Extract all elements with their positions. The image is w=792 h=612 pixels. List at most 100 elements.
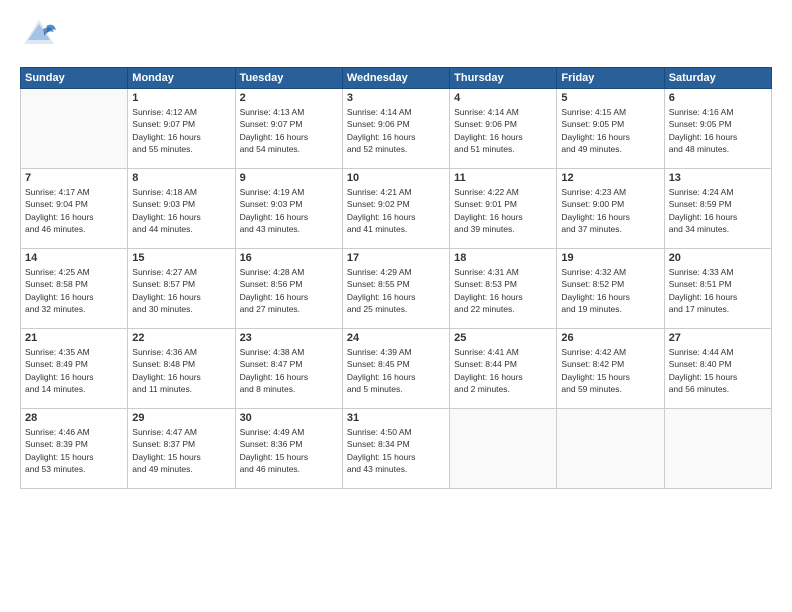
calendar-header-row: SundayMondayTuesdayWednesdayThursdayFrid… (21, 68, 772, 89)
day-info: Sunrise: 4:14 AMSunset: 9:06 PMDaylight:… (454, 106, 552, 155)
day-number: 20 (669, 252, 767, 264)
calendar-cell: 3Sunrise: 4:14 AMSunset: 9:06 PMDaylight… (342, 89, 449, 169)
day-info: Sunrise: 4:41 AMSunset: 8:44 PMDaylight:… (454, 346, 552, 395)
calendar-cell: 19 Sunrise: 4:32 AMSunset: 8:52 PMDayligh… (557, 249, 664, 329)
calendar-day-header: Wednesday (342, 68, 449, 89)
day-info: Sunrise: 4:50 AMSunset: 8:34 PMDaylight:… (347, 426, 445, 475)
day-info: Sunrise: 4:46 AMSunset: 8:39 PMDaylight:… (25, 426, 123, 475)
calendar-week-row: 14 Sunrise: 4:25 AMSunset: 8:58 PMDayligh… (21, 249, 772, 329)
logo-icon (20, 16, 58, 59)
calendar-cell: 28 Sunrise: 4:46 AMSunset: 8:39 PMDayligh… (21, 409, 128, 489)
day-number: 27 (669, 332, 767, 344)
calendar-cell: 27Sunrise: 4:44 AMSunset: 8:40 PMDayligh… (664, 329, 771, 409)
day-number: 3 (347, 92, 445, 104)
day-number: 30 (240, 412, 338, 424)
day-info: Sunrise: 4:27 AMSunset: 8:57 PMDaylight:… (132, 266, 230, 315)
calendar-cell: 24Sunrise: 4:39 AMSunset: 8:45 PMDayligh… (342, 329, 449, 409)
day-info: Sunrise: 4:36 AMSunset: 8:48 PMDaylight:… (132, 346, 230, 395)
day-number: 21 (25, 332, 123, 344)
day-info: Sunrise: 4:19 AMSunset: 9:03 PMDaylight:… (240, 186, 338, 235)
day-info: Sunrise: 4:31 AMSunset: 8:53 PMDaylight:… (454, 266, 552, 315)
day-number: 6 (669, 92, 767, 104)
day-number: 5 (561, 92, 659, 104)
calendar-cell: 17 Sunrise: 4:29 AMSunset: 8:55 PMDayligh… (342, 249, 449, 329)
calendar-cell: 6 Sunrise: 4:16 AMSunset: 9:05 PMDaylight… (664, 89, 771, 169)
calendar-day-header: Saturday (664, 68, 771, 89)
calendar-cell: 12 Sunrise: 4:23 AMSunset: 9:00 PMDayligh… (557, 169, 664, 249)
calendar-cell: 8 Sunrise: 4:18 AMSunset: 9:03 PMDaylight… (128, 169, 235, 249)
day-info: Sunrise: 4:24 AMSunset: 8:59 PMDaylight:… (669, 186, 767, 235)
day-info: Sunrise: 4:12 AMSunset: 9:07 PMDaylight:… (132, 106, 230, 155)
day-info: Sunrise: 4:17 AMSunset: 9:04 PMDaylight:… (25, 186, 123, 235)
day-info: Sunrise: 4:23 AMSunset: 9:00 PMDaylight:… (561, 186, 659, 235)
day-number: 1 (132, 92, 230, 104)
day-info: Sunrise: 4:25 AMSunset: 8:58 PMDaylight:… (25, 266, 123, 315)
calendar-cell: 25 Sunrise: 4:41 AMSunset: 8:44 PMDayligh… (450, 329, 557, 409)
day-number: 19 (561, 252, 659, 264)
calendar-cell: 9 Sunrise: 4:19 AMSunset: 9:03 PMDaylight… (235, 169, 342, 249)
calendar-cell: 31 Sunrise: 4:50 AMSunset: 8:34 PMDayligh… (342, 409, 449, 489)
day-number: 8 (132, 172, 230, 184)
day-number: 25 (454, 332, 552, 344)
calendar-day-header: Friday (557, 68, 664, 89)
day-info: Sunrise: 4:16 AMSunset: 9:05 PMDaylight:… (669, 106, 767, 155)
calendar-week-row: 21 Sunrise: 4:35 AMSunset: 8:49 PMDayligh… (21, 329, 772, 409)
page: SundayMondayTuesdayWednesdayThursdayFrid… (0, 0, 792, 612)
day-info: Sunrise: 4:32 AMSunset: 8:52 PMDaylight:… (561, 266, 659, 315)
calendar-cell: 2Sunrise: 4:13 AMSunset: 9:07 PMDaylight… (235, 89, 342, 169)
calendar-cell (664, 409, 771, 489)
day-number: 9 (240, 172, 338, 184)
calendar-cell: 23 Sunrise: 4:38 AMSunset: 8:47 PMDayligh… (235, 329, 342, 409)
calendar-cell (557, 409, 664, 489)
calendar-week-row: 1 Sunrise: 4:12 AMSunset: 9:07 PMDaylight… (21, 89, 772, 169)
day-info: Sunrise: 4:28 AMSunset: 8:56 PMDaylight:… (240, 266, 338, 315)
day-number: 24 (347, 332, 445, 344)
calendar-cell (450, 409, 557, 489)
day-info: Sunrise: 4:15 AMSunset: 9:05 PMDaylight:… (561, 106, 659, 155)
calendar-cell: 4Sunrise: 4:14 AMSunset: 9:06 PMDaylight… (450, 89, 557, 169)
header (20, 16, 772, 59)
calendar-cell: 10 Sunrise: 4:21 AMSunset: 9:02 PMDayligh… (342, 169, 449, 249)
calendar-table: SundayMondayTuesdayWednesdayThursdayFrid… (20, 67, 772, 489)
day-number: 10 (347, 172, 445, 184)
day-number: 26 (561, 332, 659, 344)
calendar-cell: 13 Sunrise: 4:24 AMSunset: 8:59 PMDayligh… (664, 169, 771, 249)
calendar-day-header: Sunday (21, 68, 128, 89)
calendar-cell: 16Sunrise: 4:28 AMSunset: 8:56 PMDayligh… (235, 249, 342, 329)
calendar-week-row: 28 Sunrise: 4:46 AMSunset: 8:39 PMDayligh… (21, 409, 772, 489)
calendar-cell: 29Sunrise: 4:47 AMSunset: 8:37 PMDayligh… (128, 409, 235, 489)
day-number: 7 (25, 172, 123, 184)
calendar-cell: 26 Sunrise: 4:42 AMSunset: 8:42 PMDayligh… (557, 329, 664, 409)
day-info: Sunrise: 4:13 AMSunset: 9:07 PMDaylight:… (240, 106, 338, 155)
logo (20, 16, 62, 59)
day-info: Sunrise: 4:21 AMSunset: 9:02 PMDaylight:… (347, 186, 445, 235)
calendar-cell: 7 Sunrise: 4:17 AMSunset: 9:04 PMDaylight… (21, 169, 128, 249)
calendar-cell: 18 Sunrise: 4:31 AMSunset: 8:53 PMDayligh… (450, 249, 557, 329)
day-info: Sunrise: 4:18 AMSunset: 9:03 PMDaylight:… (132, 186, 230, 235)
calendar-cell (21, 89, 128, 169)
day-number: 22 (132, 332, 230, 344)
calendar-week-row: 7 Sunrise: 4:17 AMSunset: 9:04 PMDaylight… (21, 169, 772, 249)
calendar-cell: 1 Sunrise: 4:12 AMSunset: 9:07 PMDaylight… (128, 89, 235, 169)
day-number: 18 (454, 252, 552, 264)
day-number: 13 (669, 172, 767, 184)
day-info: Sunrise: 4:29 AMSunset: 8:55 PMDaylight:… (347, 266, 445, 315)
day-number: 15 (132, 252, 230, 264)
day-info: Sunrise: 4:42 AMSunset: 8:42 PMDaylight:… (561, 346, 659, 395)
day-info: Sunrise: 4:49 AMSunset: 8:36 PMDaylight:… (240, 426, 338, 475)
calendar-cell: 11Sunrise: 4:22 AMSunset: 9:01 PMDayligh… (450, 169, 557, 249)
day-number: 23 (240, 332, 338, 344)
day-number: 12 (561, 172, 659, 184)
day-info: Sunrise: 4:35 AMSunset: 8:49 PMDaylight:… (25, 346, 123, 395)
day-info: Sunrise: 4:22 AMSunset: 9:01 PMDaylight:… (454, 186, 552, 235)
calendar-day-header: Monday (128, 68, 235, 89)
calendar-day-header: Tuesday (235, 68, 342, 89)
calendar-cell: 30 Sunrise: 4:49 AMSunset: 8:36 PMDayligh… (235, 409, 342, 489)
day-info: Sunrise: 4:38 AMSunset: 8:47 PMDaylight:… (240, 346, 338, 395)
calendar-cell: 5 Sunrise: 4:15 AMSunset: 9:05 PMDaylight… (557, 89, 664, 169)
day-number: 31 (347, 412, 445, 424)
day-info: Sunrise: 4:47 AMSunset: 8:37 PMDaylight:… (132, 426, 230, 475)
day-number: 28 (25, 412, 123, 424)
day-number: 14 (25, 252, 123, 264)
day-number: 17 (347, 252, 445, 264)
